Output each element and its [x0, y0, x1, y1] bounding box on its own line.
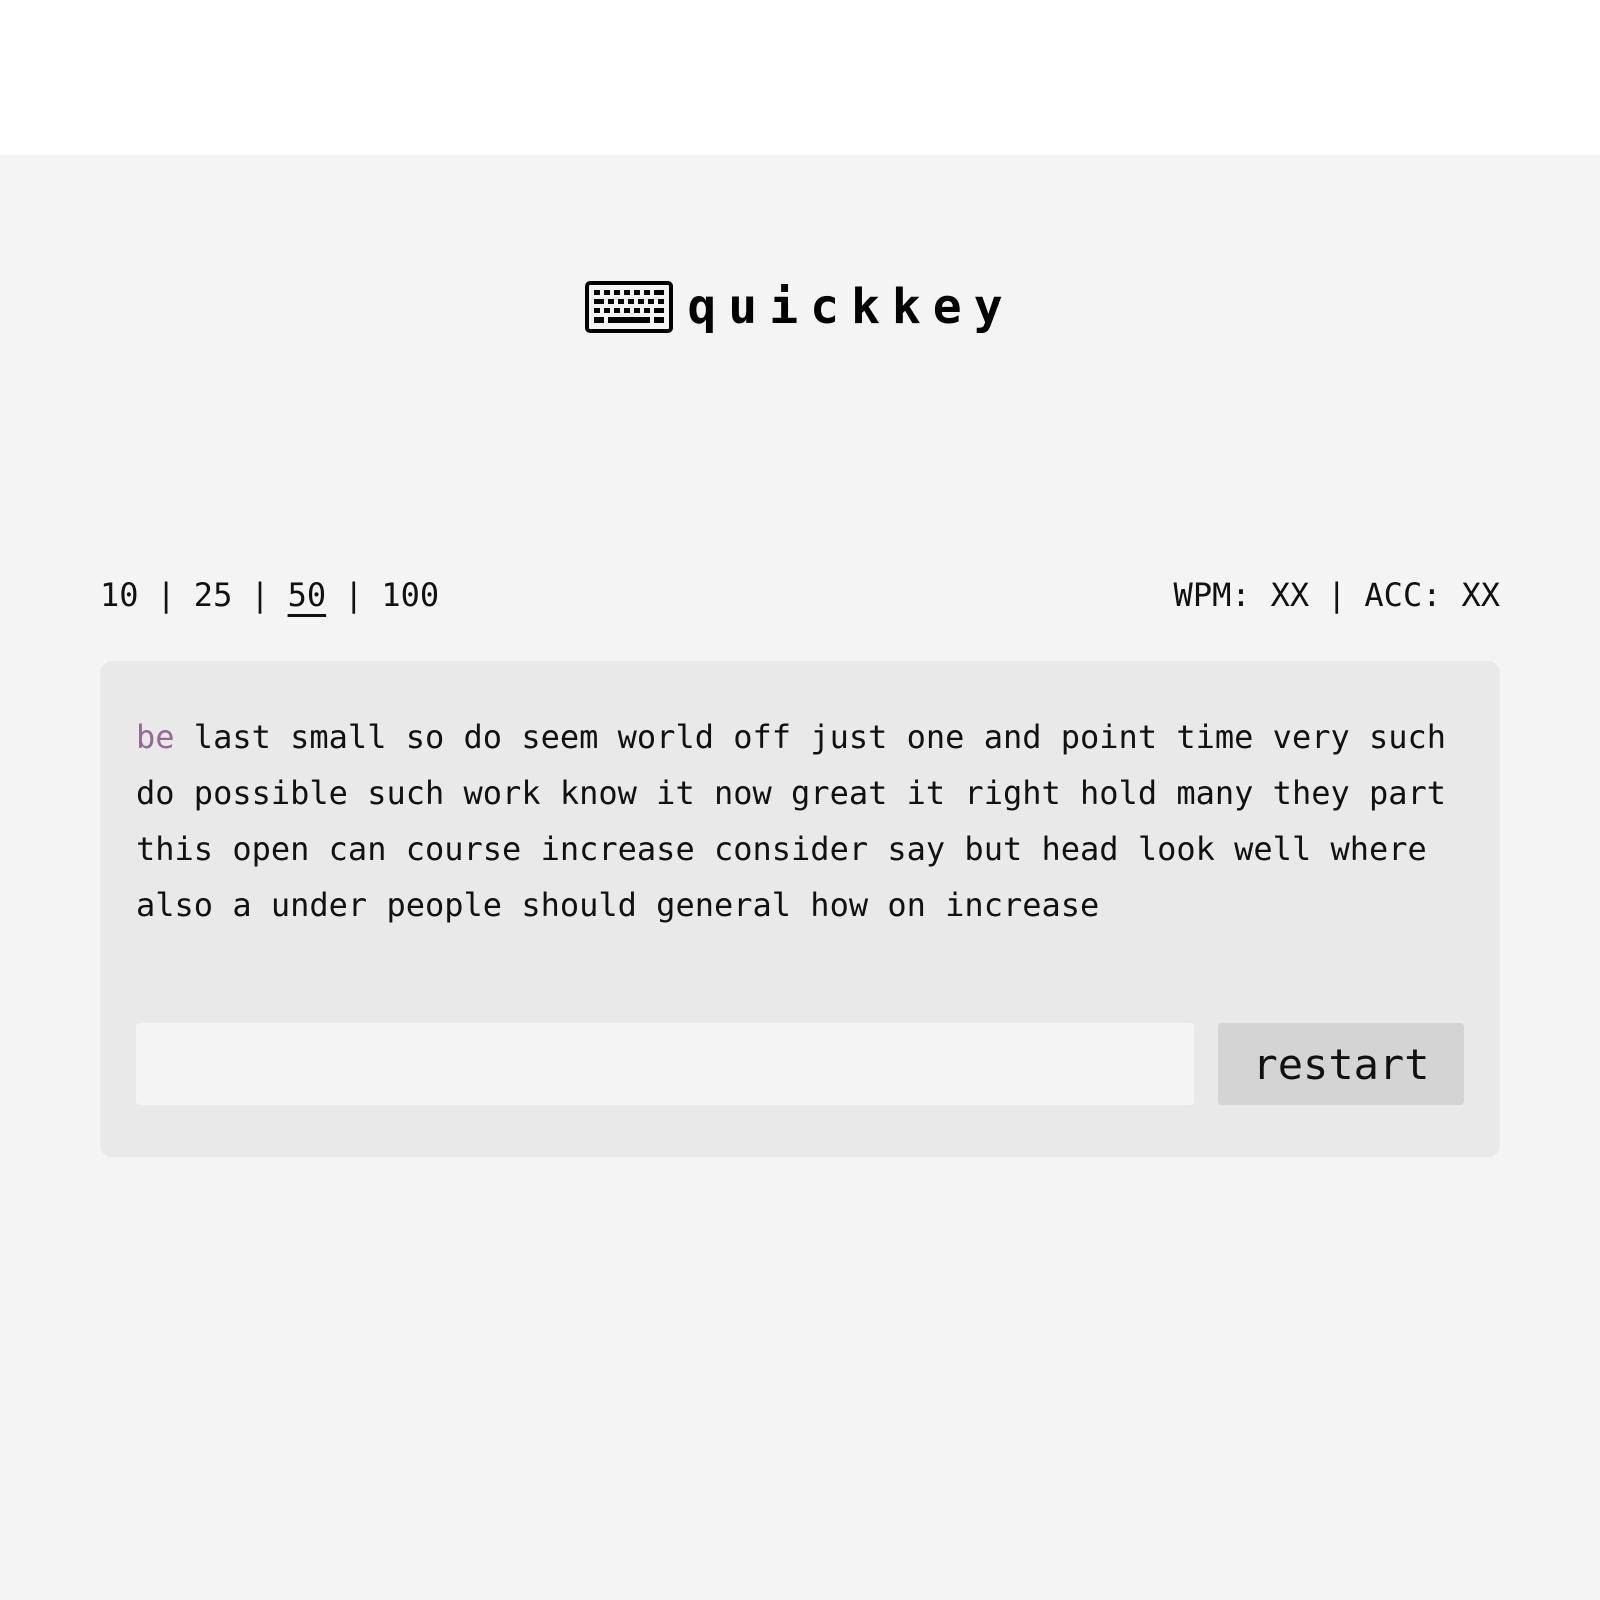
word: know — [559, 774, 637, 812]
word: possible — [193, 774, 348, 812]
word-count-option-10[interactable]: 10 — [100, 576, 139, 614]
word: general — [656, 886, 792, 924]
restart-button[interactable]: restart — [1218, 1023, 1464, 1105]
word: course — [405, 830, 522, 868]
word: do — [136, 774, 175, 812]
word: off — [733, 718, 792, 756]
word: it — [906, 774, 946, 812]
word: say — [887, 830, 946, 868]
acc-value: XX — [1461, 576, 1500, 614]
word: point — [1060, 718, 1158, 756]
typing-card: be last small so do seem world off just … — [100, 661, 1500, 1157]
wpm-label: WPM: — [1173, 576, 1251, 614]
word: consider — [713, 830, 869, 868]
word: do — [463, 718, 503, 756]
word: so — [405, 718, 445, 756]
acc-label: ACC: — [1364, 576, 1442, 614]
word: they — [1272, 774, 1350, 812]
word: well — [1234, 830, 1312, 868]
stats-display: WPM: XX | ACC: XX — [1174, 576, 1500, 614]
word: increase — [540, 830, 695, 868]
word: last — [193, 718, 271, 756]
word: now — [713, 774, 772, 812]
separator: | — [1327, 576, 1347, 614]
word: small — [290, 718, 387, 756]
word: many — [1176, 774, 1254, 812]
keyboard-icon — [585, 281, 674, 333]
word: should — [521, 886, 637, 924]
top-strip — [0, 0, 1600, 155]
word-count-option-25[interactable]: 25 — [194, 576, 233, 614]
separator: | — [156, 576, 176, 614]
wpm-value: XX — [1270, 576, 1310, 614]
word: open — [232, 830, 310, 868]
app-title: quickkey — [687, 279, 1015, 335]
word: look — [1137, 830, 1215, 868]
word: it — [656, 774, 695, 812]
word: time — [1176, 718, 1254, 756]
word: one — [906, 718, 965, 756]
word: head — [1041, 830, 1119, 868]
word: also — [136, 886, 214, 924]
word: and — [983, 718, 1042, 756]
app-page: quickkey 10 | 25 | 50 | 100 WPM: XX | AC… — [0, 155, 1600, 1600]
word: under — [270, 886, 368, 924]
word: seem — [521, 718, 599, 756]
word: but — [964, 830, 1023, 868]
word: this — [136, 830, 214, 868]
word: just — [810, 718, 888, 756]
word: a — [232, 886, 252, 924]
controls-row: 10 | 25 | 50 | 100 WPM: XX | ACC: XX — [100, 575, 1500, 615]
word: hold — [1080, 774, 1158, 812]
word: such — [1369, 718, 1447, 756]
word: increase — [945, 886, 1100, 924]
word-count-selector: 10 | 25 | 50 | 100 — [100, 576, 439, 614]
word: world — [617, 718, 714, 756]
word: where — [1330, 830, 1427, 868]
word: how — [810, 886, 869, 924]
word: right — [964, 774, 1061, 812]
word-count-option-50[interactable]: 50 — [288, 576, 327, 614]
word: on — [887, 886, 926, 924]
separator: | — [250, 576, 270, 614]
app-logo: quickkey — [0, 277, 1600, 337]
word: great — [791, 774, 888, 812]
word: part — [1369, 774, 1447, 812]
current-word: be — [136, 718, 175, 756]
word: people — [386, 886, 503, 924]
separator: | — [344, 576, 364, 614]
word: can — [328, 830, 387, 868]
typing-input[interactable] — [136, 1023, 1194, 1105]
word: very — [1272, 718, 1350, 756]
word-list: be last small so do seem world off just … — [136, 709, 1476, 933]
word: work — [463, 774, 541, 812]
word-count-option-100[interactable]: 100 — [381, 576, 439, 614]
word: such — [367, 774, 445, 812]
